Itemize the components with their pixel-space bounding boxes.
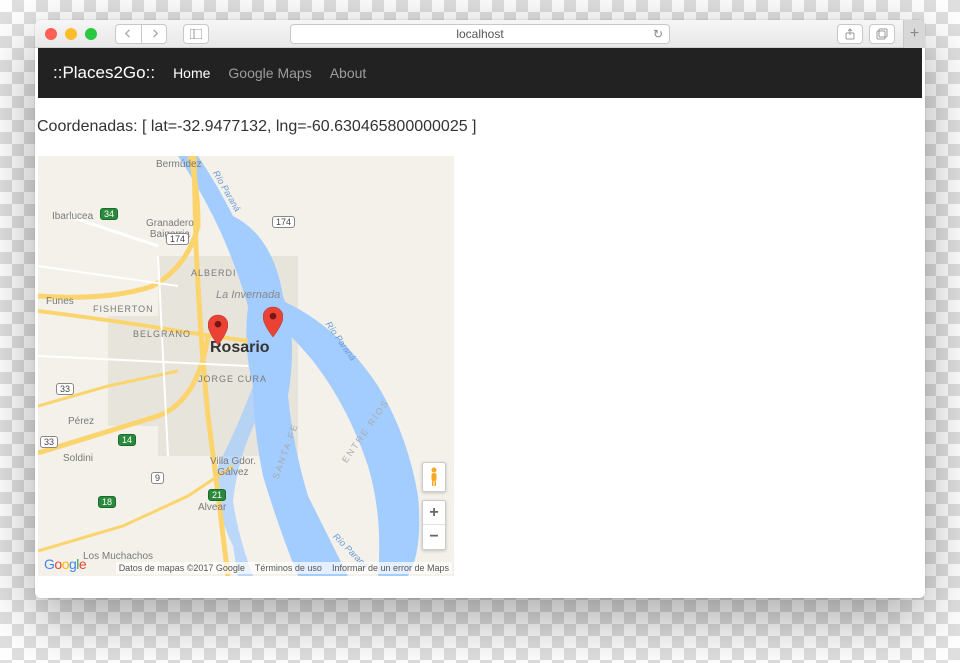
pegman-button[interactable]: [422, 462, 446, 492]
map-marker-2[interactable]: [263, 306, 283, 338]
coords-lat-label: lat=: [151, 118, 177, 135]
window-close-button[interactable]: [45, 28, 57, 40]
forward-button[interactable]: [141, 24, 167, 44]
route-shield-33b: 33: [40, 436, 58, 448]
back-button[interactable]: [115, 24, 141, 44]
share-button[interactable]: [837, 24, 863, 44]
window-maximize-button[interactable]: [85, 28, 97, 40]
url-text: localhost: [456, 27, 503, 41]
route-shield-174a: 174: [166, 233, 189, 245]
google-logo[interactable]: Google: [44, 556, 86, 572]
sidebar-toggle-button[interactable]: [183, 24, 209, 44]
route-shield-174b: 174: [272, 216, 295, 228]
nav-link-google-maps[interactable]: Google Maps: [228, 65, 311, 81]
route-shield-34: 34: [100, 208, 118, 220]
coords-lat-value: -32.9477132: [177, 118, 267, 135]
google-logo-e: e: [79, 556, 86, 572]
route-shield-33a: 33: [56, 383, 74, 395]
coords-sep: ,: [267, 118, 276, 135]
place-label-villa-gdor: Villa Gdor. Gálvez: [210, 456, 256, 478]
google-logo-o2: o: [62, 556, 69, 572]
google-logo-g: G: [44, 556, 54, 572]
place-label-perez: Pérez: [68, 416, 94, 427]
place-label-jorge-cura: JORGE CURA: [198, 374, 267, 384]
map-terms-link[interactable]: Términos de uso: [255, 563, 322, 573]
zoom-in-button[interactable]: +: [423, 501, 445, 525]
toolbar-right: +: [837, 20, 915, 48]
window-minimize-button[interactable]: [65, 28, 77, 40]
coords-suffix: ]: [468, 118, 477, 135]
coords-lng-value: -60.630465800000025: [307, 118, 468, 135]
route-shield-21: 21: [208, 489, 226, 501]
brand[interactable]: ::Places2Go::: [53, 63, 155, 83]
place-label-ibarlucea: Ibarlucea: [52, 211, 93, 222]
coordinates-display: Coordenadas: [ lat=-32.9477132, lng=-60.…: [35, 98, 925, 144]
place-label-los-muchachos: Los Muchachos: [83, 551, 153, 562]
route-shield-18: 18: [98, 496, 116, 508]
coords-prefix: Coordenadas: [: [37, 118, 151, 135]
nav-link-about[interactable]: About: [330, 65, 367, 81]
nav-link-home[interactable]: Home: [173, 65, 210, 81]
app-navbar: ::Places2Go:: Home Google Maps About: [38, 48, 922, 98]
place-label-alvear: Alvear: [198, 502, 226, 513]
content-area: Coordenadas: [ lat=-32.9477132, lng=-60.…: [35, 98, 925, 598]
google-logo-o1: o: [54, 556, 61, 572]
map-controls: + −: [422, 462, 446, 550]
tabs-button[interactable]: [869, 24, 895, 44]
browser-window: localhost ↻ + ::Places2Go:: Home Google …: [35, 20, 925, 598]
map-attribution: Datos de mapas ©2017 Google: [119, 563, 245, 573]
place-label-alberdi: ALBERDI: [191, 268, 237, 278]
map-report-link[interactable]: Informar de un error de Maps: [332, 563, 449, 573]
route-shield-9: 9: [151, 472, 164, 484]
reload-icon[interactable]: ↻: [653, 27, 663, 41]
map[interactable]: Bermúdez Ibarlucea Granadero Baigorria A…: [38, 156, 454, 576]
nav-buttons: [115, 24, 167, 44]
browser-titlebar: localhost ↻ +: [35, 20, 925, 48]
place-label-la-invernada: La Invernada: [216, 289, 280, 301]
coords-lng-label: lng=: [276, 118, 307, 135]
place-label-soldini: Soldini: [63, 453, 93, 464]
zoom-out-button[interactable]: −: [423, 525, 445, 549]
map-footer: Datos de mapas ©2017 Google Términos de …: [116, 562, 452, 574]
zoom-box: + −: [422, 500, 446, 550]
traffic-lights: [45, 28, 97, 40]
place-label-belgrano: BELGRANO: [133, 329, 191, 339]
place-label-fisherton: FISHERTON: [93, 304, 154, 314]
place-label-funes: Funes: [46, 296, 74, 307]
map-marker-1[interactable]: [208, 314, 228, 346]
url-bar[interactable]: localhost ↻: [290, 24, 670, 44]
place-label-bermudez: Bermúdez: [156, 159, 202, 170]
route-shield-14: 14: [118, 434, 136, 446]
new-tab-button[interactable]: +: [903, 20, 925, 48]
